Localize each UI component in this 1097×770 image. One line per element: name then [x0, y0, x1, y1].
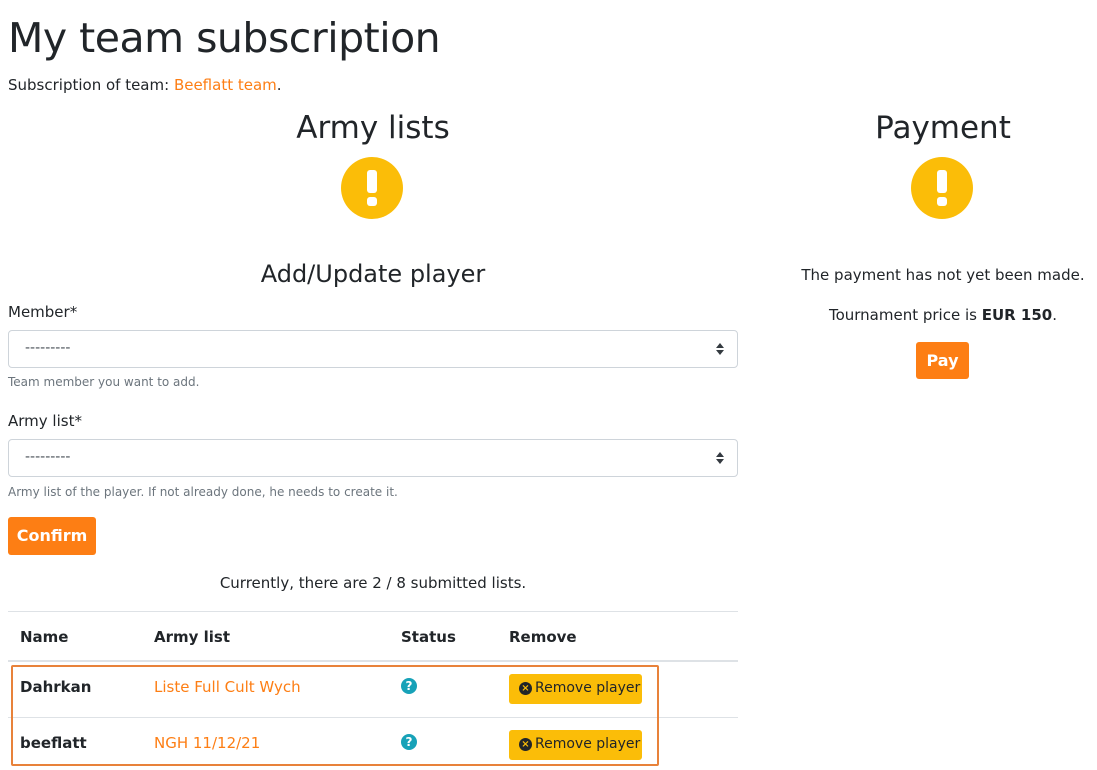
- column-header-name: Name: [20, 628, 69, 646]
- member-select[interactable]: ---------: [8, 330, 738, 368]
- rows-highlight-box: [11, 665, 659, 766]
- payment-status-text: The payment has not yet been made.: [801, 266, 1085, 284]
- submitted-lists-summary: Currently, there are 2 / 8 submitted lis…: [219, 574, 527, 592]
- payment-title: Payment: [875, 110, 1011, 146]
- member-help-text: Team member you want to add.: [8, 375, 200, 389]
- exclamation-circle-icon: [341, 157, 403, 219]
- column-header-remove: Remove: [509, 628, 577, 646]
- exclamation-circle-icon: [911, 157, 973, 219]
- table-header-border: [8, 660, 738, 662]
- subscription-line: Subscription of team: Beeflatt team.: [8, 76, 282, 94]
- page-title: My team subscription: [8, 14, 441, 62]
- add-update-player-title: Add/Update player: [260, 260, 486, 288]
- army-list-select[interactable]: ---------: [8, 439, 738, 477]
- price-suffix: .: [1052, 306, 1058, 324]
- army-list-label: Army list*: [8, 412, 82, 430]
- confirm-button[interactable]: Confirm: [8, 517, 96, 555]
- select-caret-icon: [715, 342, 725, 356]
- member-label: Member*: [8, 303, 78, 321]
- price-prefix: Tournament price is: [828, 306, 982, 324]
- column-header-status: Status: [401, 628, 456, 646]
- price-value: EUR 150: [981, 306, 1053, 324]
- subscription-prefix: Subscription of team:: [8, 76, 174, 94]
- team-link[interactable]: Beeflatt team: [174, 76, 277, 94]
- army-list-help-text: Army list of the player. If not already …: [8, 485, 398, 499]
- army-lists-title: Army lists: [296, 110, 450, 146]
- subscription-suffix: .: [276, 76, 282, 94]
- tournament-price-text: Tournament price is EUR 150.: [790, 306, 1096, 324]
- member-select-value: ---------: [25, 340, 71, 356]
- pay-button[interactable]: Pay: [916, 342, 969, 379]
- column-header-army-list: Army list: [154, 628, 231, 646]
- select-caret-icon: [715, 451, 725, 465]
- table-top-border: [8, 611, 738, 612]
- army-list-select-value: ---------: [25, 449, 71, 465]
